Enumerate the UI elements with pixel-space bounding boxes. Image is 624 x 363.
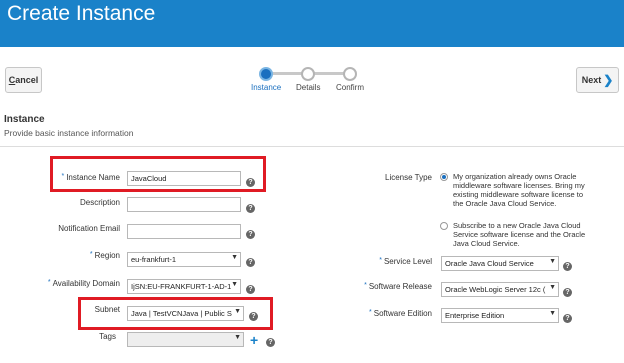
train-step-details-label[interactable]: Details: [296, 83, 320, 92]
license-byol-radio[interactable]: [440, 173, 448, 181]
availability-domain-label: * Availability Domain: [47, 279, 120, 288]
software-release-select[interactable]: Oracle WebLogic Server 12c (▼: [441, 282, 559, 297]
required-marker: *: [47, 279, 51, 286]
description-input[interactable]: [127, 197, 241, 212]
required-marker: *: [369, 309, 372, 316]
service-level-select[interactable]: Oracle Java Cloud Service ▼: [441, 256, 559, 271]
service-level-label: * Service Level: [379, 257, 432, 266]
train-step-instance-label[interactable]: Instance: [251, 83, 281, 92]
required-marker: *: [364, 282, 367, 289]
chevron-down-icon: ▼: [549, 284, 556, 291]
software-edition-select[interactable]: Enterprise Edition ▼: [441, 308, 559, 323]
page-header: Create Instance: [0, 0, 624, 47]
next-label: Next: [581, 75, 602, 85]
chevron-right-icon: ❯: [603, 73, 614, 87]
help-icon[interactable]: ?: [266, 338, 275, 347]
tags-label: Tags: [99, 332, 116, 341]
train-step-details-dot[interactable]: [301, 67, 315, 81]
notification-email-label: Notification Email: [58, 224, 120, 233]
help-icon[interactable]: ?: [563, 288, 572, 297]
section-divider: [0, 146, 624, 147]
help-icon[interactable]: ?: [563, 314, 572, 323]
train-step-confirm-dot[interactable]: [343, 67, 357, 81]
license-type-label: License Type: [385, 173, 432, 182]
section-subtitle: Provide basic instance information: [4, 128, 134, 138]
chevron-down-icon: ▼: [231, 254, 238, 261]
license-subscribe-text: Subscribe to a new Oracle Java Cloud Ser…: [453, 221, 586, 248]
chevron-down-icon: ▼: [549, 258, 556, 265]
next-button[interactable]: Next ❯: [576, 67, 619, 93]
chevron-down-icon: ▼: [231, 281, 238, 288]
help-icon[interactable]: ?: [246, 285, 255, 294]
software-edition-label: * Software Edition: [369, 309, 432, 318]
instance-name-highlight: [50, 156, 266, 192]
description-label: Description: [79, 198, 120, 207]
availability-domain-select[interactable]: IjSN:EU-FRANKFURT-1-AD-1 ▼: [127, 279, 241, 294]
train-step-instance-dot[interactable]: [259, 67, 273, 81]
subnet-highlight: [78, 297, 273, 330]
help-icon[interactable]: ?: [246, 258, 255, 267]
cancel-button[interactable]: Cancel: [5, 67, 42, 93]
section-title: Instance: [4, 114, 45, 125]
software-release-label: * Software Release: [364, 282, 432, 291]
plus-icon[interactable]: +: [250, 333, 258, 347]
chevron-down-icon: ▼: [549, 310, 556, 317]
train-step-confirm-label[interactable]: Confirm: [336, 83, 364, 92]
help-icon[interactable]: ?: [246, 230, 255, 239]
license-subscribe-radio[interactable]: [440, 222, 448, 230]
cancel-label-rest: ancel: [15, 75, 39, 85]
chevron-down-icon: ▼: [234, 334, 241, 341]
required-marker: *: [379, 257, 382, 264]
help-icon[interactable]: ?: [246, 204, 255, 213]
notification-email-input[interactable]: [127, 224, 241, 239]
region-select[interactable]: eu-frankfurt-1 ▼: [127, 252, 241, 267]
page-title: Create Instance: [7, 2, 156, 25]
help-icon[interactable]: ?: [563, 262, 572, 271]
license-byol-text: My organization already owns Oracle midd…: [453, 172, 585, 208]
region-label: * Region: [89, 251, 120, 260]
required-marker: *: [89, 251, 93, 258]
tags-select[interactable]: ▼: [127, 332, 244, 347]
